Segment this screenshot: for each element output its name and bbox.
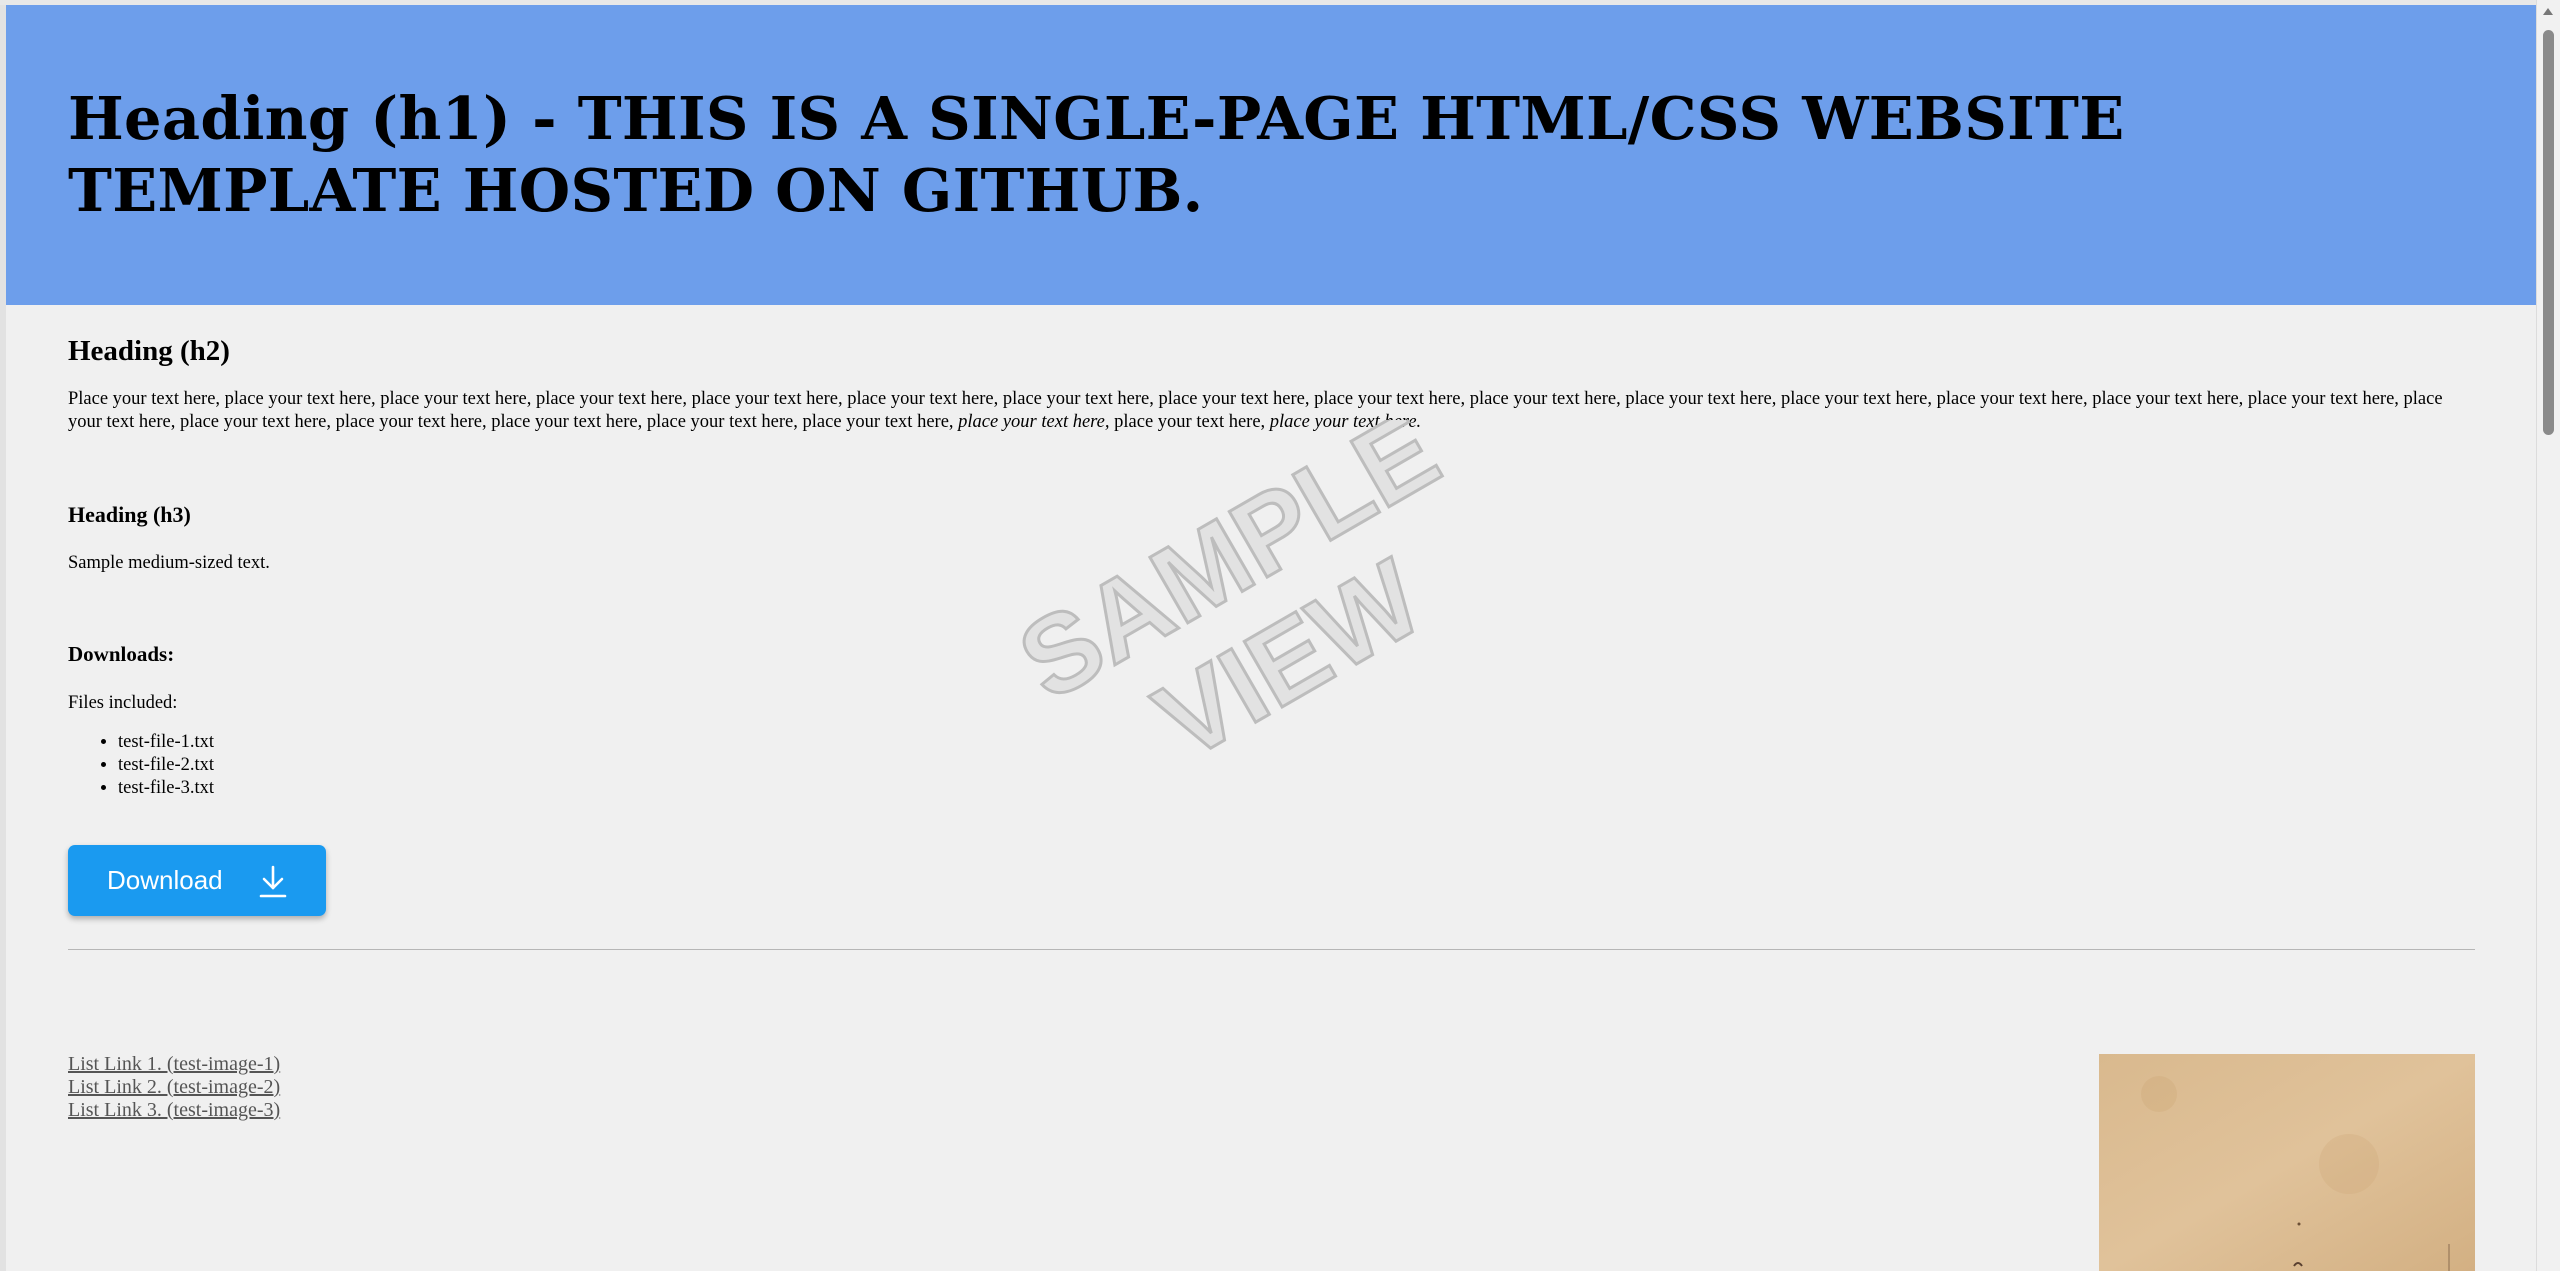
scroll-up-icon[interactable] — [2543, 8, 2553, 15]
horizontal-divider — [68, 949, 2475, 950]
image-link-list: List Link 1. (test-image-1) List Link 2.… — [68, 1053, 280, 1122]
file-list-item: test-file-3.txt — [118, 777, 214, 800]
file-list: test-file-1.txt test-file-2.txt test-fil… — [118, 731, 214, 800]
section-heading-h2: Heading (h2) — [68, 335, 230, 367]
vertical-scrollbar[interactable] — [2536, 0, 2560, 1271]
body-paragraph: Place your text here, place your text he… — [68, 388, 2473, 434]
sample-view-watermark: SAMPLE VIEW — [998, 420, 1459, 760]
section-heading-h3: Heading (h3) — [68, 502, 191, 527]
watermark-line-2: VIEW — [1136, 536, 1441, 760]
file-list-item: test-file-2.txt — [118, 754, 214, 777]
paragraph-text-end: place your text here, — [1114, 412, 1266, 432]
page-title: Heading (h1) - THIS IS A SINGLE-PAGE HTM… — [68, 84, 2125, 225]
list-link-3[interactable]: List Link 3. (test-image-3) — [68, 1099, 280, 1122]
download-button-label: Download — [107, 865, 223, 895]
list-link-1[interactable]: List Link 1. (test-image-1) — [68, 1053, 280, 1076]
old-paper-image — [2099, 1054, 2475, 1271]
watermark-line-1: SAMPLE — [1000, 420, 1458, 724]
paragraph-italic-text-end: place your text here. — [1269, 412, 1422, 432]
page: Heading (h1) - THIS IS A SINGLE-PAGE HTM… — [0, 0, 2560, 1271]
scrollbar-thumb[interactable] — [2543, 30, 2554, 435]
files-included-label: Files included: — [68, 693, 178, 713]
medium-text: Sample medium-sized text. — [68, 553, 270, 573]
download-button[interactable]: Download — [68, 845, 326, 916]
downloads-heading: Downloads: — [68, 642, 175, 666]
download-arrow-icon — [259, 865, 287, 898]
preview-image — [2099, 1054, 2475, 1271]
file-list-item: test-file-1.txt — [118, 731, 214, 754]
list-link-2[interactable]: List Link 2. (test-image-2) — [68, 1076, 280, 1099]
header-banner: Heading (h1) - THIS IS A SINGLE-PAGE HTM… — [6, 5, 2537, 305]
paragraph-italic-text: place your text here, — [958, 412, 1110, 432]
